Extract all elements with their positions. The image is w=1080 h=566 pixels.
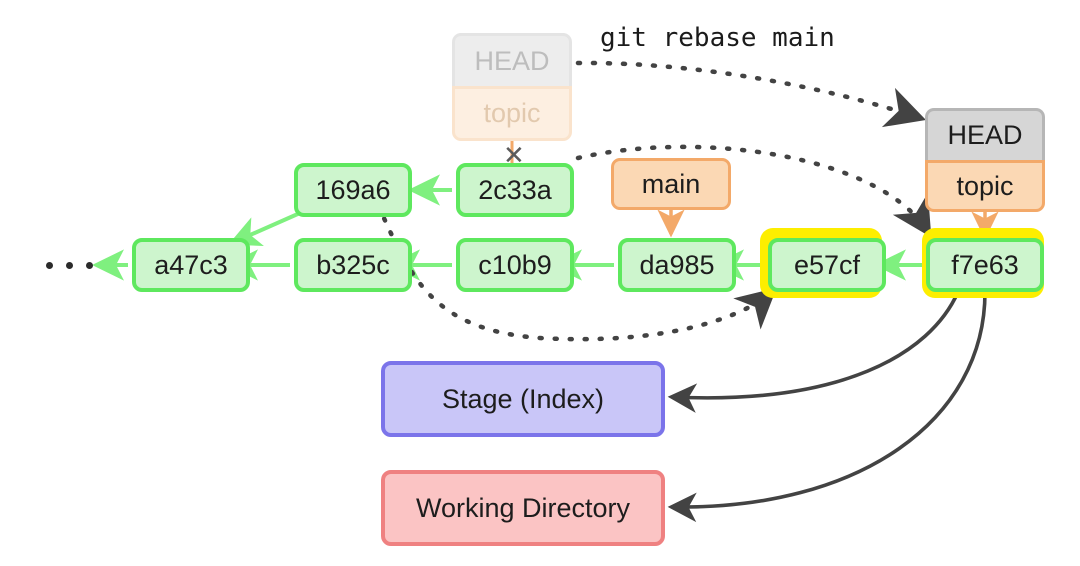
ellipsis-dot [86,262,93,269]
commit-169a6[interactable]: 169a6 [294,163,412,217]
commit-a47c3[interactable]: a47c3 [132,238,250,292]
stage-index-box[interactable]: Stage (Index) [381,361,665,437]
commit-da985[interactable]: da985 [618,238,736,292]
dropped-ref-x-icon: ✕ [503,140,525,170]
commit-c10b9[interactable]: c10b9 [456,238,574,292]
working-directory-box[interactable]: Working Directory [381,470,665,546]
commit-2c33a[interactable]: 2c33a [456,163,574,217]
ellipsis-dot [46,262,53,269]
topic-label: topic [925,160,1045,212]
old-topic-label: topic [452,86,572,141]
main-label: main [611,158,731,210]
edge-rebase-head-move [575,60,926,128]
git-rebase-diagram: git rebase main HEAD topic ✕ HEAD topic … [0,0,1080,566]
command-caption: git rebase main [600,23,835,53]
head-label: HEAD [925,108,1045,160]
commit-e57cf[interactable]: e57cf [768,238,886,292]
commit-b325c[interactable]: b325c [294,238,412,292]
commit-f7e63[interactable]: f7e63 [926,238,1044,292]
ellipsis-dot [66,262,73,269]
edge-f7e63-to-stage [667,291,960,413]
history-ellipsis [46,262,93,269]
edge-f7e63-to-working-directory [667,291,987,523]
old-head-label: HEAD [452,33,572,86]
